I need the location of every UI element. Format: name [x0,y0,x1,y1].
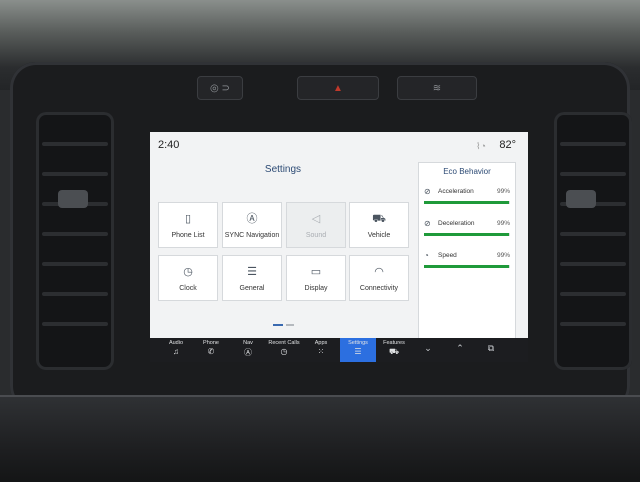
phone-list-icon: ▯ [184,212,192,225]
hw-defrost-icon: ≋ [432,82,442,94]
eco-behavior-panel[interactable]: Eco Behavior ⊘ Acceleration 99% ⊘ Decele… [418,162,516,340]
clock-icon: ◷ [183,265,193,278]
nav-nav[interactable]: Nav Ⓐ [230,338,266,362]
nav-features[interactable]: Features ⛟ [376,338,412,362]
sliders-icon: ☰ [247,265,257,278]
right-air-vent [554,112,632,370]
infotainment-screen: 2:40 ⌇◔ 82° Settings ▯ Phone List Ⓐ SYNC… [150,132,528,362]
nav-label: Features [383,340,405,346]
status-bar: 2:40 ⌇◔ 82° [150,132,528,158]
chevron-down-icon[interactable]: ⌄ [417,343,439,357]
tile-label: Phone List [171,231,205,239]
page-dot-active [273,324,283,326]
tile-display[interactable]: ▭ Display [286,255,346,301]
truck-icon: ⛟ [388,347,400,356]
vehicle-icon: ⛟ [372,212,386,225]
tile-label: Vehicle [367,231,391,239]
nav-label: Recent Calls [268,340,300,346]
hw-button-right[interactable]: ≋ [397,76,477,100]
music-note-icon: ♫ [173,347,179,356]
nav-settings[interactable]: Settings ☰ [340,338,376,362]
window-switch-icon[interactable]: ⧉ [480,343,502,357]
clock-icon: ◷ [280,347,288,356]
navigation-icon: Ⓐ [246,212,258,225]
hazard-icon: ▲ [333,82,343,94]
bottom-nav-bar: Audio ♫ Phone ✆ Nav Ⓐ Recent Calls ◷ App… [150,338,528,362]
hw-ac-icon: ◎ ⊃ [210,82,230,94]
metric-track [424,233,510,236]
nav-label: Audio [168,340,184,346]
dashboard-bottom [0,395,640,482]
nav-audio[interactable]: Audio ♫ [158,338,194,362]
metric-value: 99% [496,220,510,227]
left-air-vent [36,112,114,370]
right-vent-knob[interactable] [566,190,596,208]
sliders-icon: ☰ [354,347,362,356]
eco-metric-acceleration: ⊘ Acceleration 99% [424,187,510,213]
page-indicator[interactable] [273,324,297,327]
metric-value: 99% [496,188,510,195]
metric-label: Deceleration [438,220,475,227]
signal-icon: ⌇◔ [476,141,486,151]
tile-sync-navigation[interactable]: Ⓐ SYNC Navigation [222,202,282,248]
metric-value: 99% [496,252,510,259]
nav-label: Settings [348,340,368,346]
speed-icon: ◔ [424,251,429,260]
tile-sound[interactable]: ◁ Sound [286,202,346,248]
left-vent-knob[interactable] [58,190,88,208]
tile-label: Connectivity [359,284,399,292]
nav-label: Nav [243,340,253,346]
eco-panel-title: Eco Behavior [443,167,491,176]
nav-apps[interactable]: Apps ⁙ [303,338,339,362]
speaker-icon: ◁ [311,212,321,225]
tile-label: General [239,284,265,292]
tile-general[interactable]: ☰ General [222,255,282,301]
wifi-icon: ◠ [374,265,384,278]
apps-grid-icon: ⁙ [317,347,325,356]
nav-phone[interactable]: Phone ✆ [193,338,229,362]
tile-label: Display [304,284,328,292]
metric-label: Speed [438,252,457,259]
hw-button-left[interactable]: ◎ ⊃ [197,76,243,100]
metric-label: Acceleration [438,188,474,195]
outside-temperature: 82° [499,139,516,151]
deceleration-icon: ⊘ [424,219,431,228]
metric-fill-bar [424,201,510,204]
metric-fill-bar [424,265,510,268]
page-dot [286,324,294,326]
acceleration-icon: ⊘ [424,187,431,196]
metric-track [424,201,510,204]
navigation-icon: Ⓐ [244,348,252,357]
page-title: Settings [264,164,302,175]
nav-recent-calls[interactable]: Recent Calls ◷ [266,338,302,362]
tile-vehicle[interactable]: ⛟ Vehicle [349,202,409,248]
phone-icon: ✆ [207,347,215,356]
display-icon: ▭ [310,265,322,278]
tile-clock[interactable]: ◷ Clock [158,255,218,301]
nav-label: Phone [203,340,219,346]
tile-connectivity[interactable]: ◠ Connectivity [349,255,409,301]
metric-track [424,265,510,268]
hazard-button[interactable]: ▲ [297,76,379,100]
tile-label: SYNC Navigation [224,231,280,239]
nav-label: Apps [314,340,328,346]
tile-label: Clock [179,284,197,292]
tile-label: Sound [305,231,327,239]
eco-metric-deceleration: ⊘ Deceleration 99% [424,219,510,245]
tile-phone-list[interactable]: ▯ Phone List [158,202,218,248]
chevron-up-icon[interactable]: ⌃ [449,343,471,357]
clock-time: 2:40 [158,139,180,151]
eco-metric-speed: ◔ Speed 99% [424,251,510,277]
metric-fill-bar [424,233,510,236]
